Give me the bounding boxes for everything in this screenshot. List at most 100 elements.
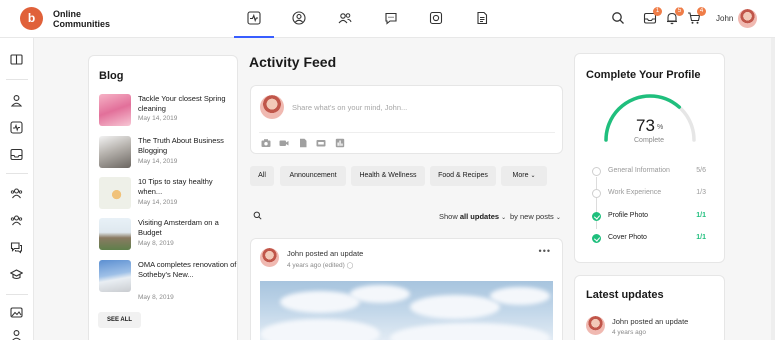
- blog-thumbnail[interactable]: [99, 177, 131, 209]
- sidebar-divider: [6, 294, 28, 295]
- step-label: Cover Photo: [608, 234, 647, 241]
- tab-all[interactable]: All: [250, 166, 274, 186]
- blog-item-title[interactable]: Visiting Amsterdam on a Budget: [138, 218, 238, 238]
- step-count: 5/6: [696, 167, 706, 174]
- notifications-badge: 5: [675, 7, 684, 16]
- avatar[interactable]: [260, 248, 279, 267]
- completion-percent: 73: [636, 116, 655, 135]
- activity-author[interactable]: John: [287, 249, 303, 258]
- blog-item-date: May 8, 2019: [138, 294, 174, 301]
- step-label: Profile Photo: [608, 212, 649, 219]
- completion-percent-sign: %: [657, 124, 664, 131]
- logo-icon[interactable]: b: [20, 7, 43, 30]
- blog-item-title[interactable]: OMA completes renovation of Sotheby's Ne…: [138, 260, 238, 280]
- profile-step[interactable]: Work Experience 1/3: [592, 188, 712, 200]
- step-count: 1/1: [696, 212, 706, 219]
- latest-update-text: John posted an update: [612, 317, 688, 326]
- image-icon[interactable]: [10, 306, 23, 319]
- blog-item-date: May 8, 2019: [138, 240, 174, 247]
- brand-line-1: Online: [53, 9, 82, 19]
- blog-thumbnail[interactable]: [99, 136, 131, 168]
- blog-item[interactable]: The Truth About Business Blogging May 14…: [99, 136, 239, 170]
- blog-item-title[interactable]: Tackle Your closest Spring cleaning: [138, 94, 238, 114]
- user-name[interactable]: John: [716, 14, 733, 23]
- chevron-down-icon: ⌄: [530, 173, 536, 179]
- user-icon[interactable]: [10, 329, 23, 340]
- blog-thumbnail[interactable]: [99, 218, 131, 250]
- avatar[interactable]: [738, 9, 757, 28]
- tab-food-recipes[interactable]: Food & Recipes: [430, 166, 496, 186]
- show-filter[interactable]: Show all updates ⌄: [439, 212, 506, 221]
- top-bar: b Online Communities 1 5 4 John: [0, 0, 775, 38]
- post-input[interactable]: Share what's on your mind, John...: [292, 103, 407, 112]
- profile-completion-title: Complete Your Profile: [586, 69, 701, 81]
- check-icon: [592, 234, 601, 243]
- documents-icon[interactable]: [475, 11, 489, 25]
- document-icon[interactable]: [298, 138, 308, 148]
- brand-name[interactable]: Online Communities: [53, 9, 110, 29]
- book-icon[interactable]: [10, 53, 23, 66]
- chat-icon[interactable]: [10, 241, 23, 254]
- profile-completion-widget: Complete Your Profile: [574, 53, 725, 263]
- blog-thumbnail[interactable]: [99, 94, 131, 126]
- profile-step[interactable]: General Information 5/6: [592, 166, 712, 178]
- activity-icon[interactable]: [10, 121, 23, 134]
- graduation-cap-icon[interactable]: [10, 268, 23, 281]
- post-composer[interactable]: Share what's on your mind, John...: [250, 85, 563, 154]
- activity-post: John posted an update 4 years ago (edite…: [250, 238, 563, 340]
- avatar[interactable]: [586, 316, 605, 335]
- inbox-icon[interactable]: [10, 148, 23, 161]
- see-all-button[interactable]: SEE ALL: [98, 312, 141, 328]
- video-icon[interactable]: [279, 138, 289, 148]
- profile-icon[interactable]: [292, 11, 306, 25]
- user-icon[interactable]: [10, 94, 23, 107]
- chevron-down-icon: ⌄: [501, 215, 507, 221]
- profile-step[interactable]: Profile Photo 1/1: [592, 211, 712, 223]
- profile-step[interactable]: Cover Photo 1/1: [592, 233, 712, 245]
- avatar: [260, 95, 284, 119]
- blog-item[interactable]: OMA completes renovation of Sotheby's Ne…: [99, 260, 239, 301]
- cart-icon[interactable]: 4: [687, 7, 706, 25]
- blog-thumbnail[interactable]: [99, 260, 131, 292]
- messages-badge: 1: [653, 7, 662, 16]
- camera-icon[interactable]: [261, 138, 271, 148]
- blog-item[interactable]: Visiting Amsterdam on a Budget May 8, 20…: [99, 218, 239, 252]
- tab-announcement[interactable]: Announcement: [280, 166, 346, 186]
- show-filter-value: all updates: [459, 212, 500, 221]
- bell-icon[interactable]: 5: [665, 7, 684, 25]
- page-title: Activity Feed: [249, 54, 337, 70]
- blog-item[interactable]: Tackle Your closest Spring cleaning May …: [99, 94, 239, 128]
- sort-filter[interactable]: by new posts ⌄: [510, 212, 561, 221]
- members-icon[interactable]: [338, 11, 352, 25]
- activity-timestamp[interactable]: 4 years ago (edited): [287, 262, 345, 269]
- media-icon[interactable]: [429, 11, 443, 25]
- blog-item-title[interactable]: The Truth About Business Blogging: [138, 136, 238, 156]
- tab-more[interactable]: More ⌄: [501, 166, 547, 186]
- brand-line-2: Communities: [53, 19, 111, 29]
- search-icon[interactable]: [251, 209, 264, 222]
- scrollbar[interactable]: [771, 38, 775, 340]
- messages-icon[interactable]: [384, 11, 398, 25]
- chevron-down-icon: ⌄: [555, 215, 561, 221]
- globe-icon: ◯: [346, 263, 354, 269]
- tab-health-wellness[interactable]: Health & Wellness: [351, 166, 425, 186]
- poll-icon[interactable]: [335, 138, 345, 148]
- tab-more-label: More: [512, 172, 529, 179]
- post-image[interactable]: [260, 281, 553, 340]
- gif-icon[interactable]: [316, 138, 326, 148]
- sidebar-divider: [6, 79, 28, 80]
- blog-item-title[interactable]: 10 Tips to stay healthy when...: [138, 177, 238, 197]
- completion-label: Complete: [634, 137, 664, 144]
- blog-item[interactable]: 10 Tips to stay healthy when... May 14, …: [99, 177, 239, 211]
- group-icon[interactable]: [10, 214, 23, 227]
- latest-updates-title: Latest updates: [586, 289, 664, 301]
- activity-icon[interactable]: [247, 11, 261, 25]
- blog-title: Blog: [99, 70, 124, 82]
- search-icon[interactable]: [611, 11, 625, 25]
- latest-updates-widget: Latest updates John posted an update 4 y…: [574, 275, 725, 340]
- inbox-icon[interactable]: 1: [643, 7, 662, 25]
- group-icon[interactable]: [10, 187, 23, 200]
- more-options-icon[interactable]: •••: [539, 246, 551, 256]
- latest-update-author[interactable]: John: [612, 317, 628, 326]
- activity-action: posted an update: [305, 249, 364, 258]
